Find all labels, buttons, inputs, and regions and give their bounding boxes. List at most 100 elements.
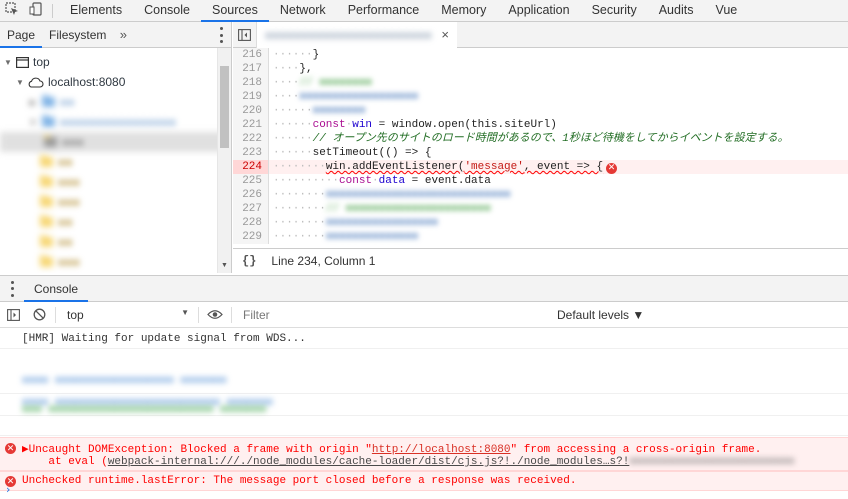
redacted-label: ●●●: [62, 135, 84, 149]
error-icon[interactable]: ✕: [606, 162, 618, 174]
tab-page[interactable]: Page: [0, 22, 43, 48]
tab-application[interactable]: Application: [497, 0, 580, 22]
source-editor: ●●●●●●●●●●●●●●●●●●●●●●● × 216 ······} 21…: [233, 22, 848, 273]
context-selector[interactable]: top ▼: [59, 305, 195, 325]
tree-item-redacted[interactable]: ●●●: [0, 192, 231, 212]
filter-input[interactable]: [235, 304, 553, 325]
editor-file-tab[interactable]: ●●●●●●●●●●●●●●●●●●●●●●● ×: [257, 22, 457, 48]
code-line: 220 ······●●●●●●●●: [233, 104, 848, 118]
redacted-label: ●●: [60, 95, 75, 109]
console-error-message[interactable]: ✕ Unchecked runtime.lastError: The messa…: [0, 471, 848, 491]
code-text: setTimeout(() => {: [312, 147, 432, 159]
tree-item-redacted[interactable]: ●●: [0, 212, 231, 232]
tab-security[interactable]: Security: [581, 0, 648, 22]
folder-icon: [40, 175, 53, 187]
code-line: 223 ······setTimeout(() => {: [233, 146, 848, 160]
folder-icon: [42, 95, 55, 107]
tab-memory[interactable]: Memory: [430, 0, 497, 22]
clear-console-button[interactable]: [26, 302, 52, 328]
tree-item-redacted[interactable]: ▼ ●●●●●●●●●●●●●●●●: [0, 112, 231, 132]
log-levels-dropdown[interactable]: Default levels ▼: [557, 308, 644, 322]
tab-console[interactable]: Console: [133, 0, 201, 22]
eye-icon: [207, 309, 223, 320]
tree-item-localhost[interactable]: ▼ localhost:8080: [0, 72, 231, 92]
redacted-code: // ●●●●●●●●●●●●●●●●●●●●●●: [325, 203, 491, 215]
sidebar-toggle-icon: [238, 28, 251, 41]
code-line: 221 ······const·win = window.open(this.s…: [233, 118, 848, 132]
expand-arrow-icon[interactable]: ▼: [3, 57, 13, 67]
toggle-navigator-button[interactable]: [233, 22, 257, 48]
tab-audits[interactable]: Audits: [648, 0, 705, 22]
code-line: 227 ········// ●●●●●●●●●●●●●●●●●●●●●●: [233, 202, 848, 216]
live-expression-button[interactable]: [202, 302, 228, 328]
code-line: 226 ········●●●●●●●●●●●●●●●●●●●●●●●●●●●●: [233, 188, 848, 202]
scroll-down-icon[interactable]: ▼: [221, 262, 228, 269]
code-line: 218 ····// ●●●●●●●●: [233, 76, 848, 90]
redacted-label: ●●: [58, 235, 73, 249]
redacted-label: ●●: [58, 215, 73, 229]
cursor-select-icon: [5, 2, 19, 19]
toolbar-divider: [198, 306, 199, 323]
tree-item-redacted[interactable]: ●●●: [0, 172, 231, 192]
tab-elements[interactable]: Elements: [59, 0, 133, 22]
pretty-print-button[interactable]: {}: [242, 254, 256, 268]
code-line: 225 ··········const·data = event.data: [233, 174, 848, 188]
expand-arrow-icon[interactable]: ▼: [15, 77, 25, 87]
inspect-element-button[interactable]: [0, 0, 24, 22]
folder-icon: [40, 235, 53, 247]
tab-performance[interactable]: Performance: [337, 0, 431, 22]
line-number: 219: [233, 90, 269, 104]
redacted-message: ●●●● ●●●●●●●●●●●●●●●●●● ●●●●●●●: [22, 375, 227, 387]
tab-filesystem[interactable]: Filesystem: [42, 22, 113, 48]
device-toolbar-button[interactable]: [24, 0, 48, 22]
scrollbar-thumb[interactable]: [220, 66, 229, 148]
redacted-label: ●●●: [58, 195, 80, 209]
device-mode-icon: [29, 2, 43, 19]
show-sidebar-button[interactable]: [0, 302, 26, 328]
line-number: 220: [233, 104, 269, 118]
tree-item-redacted[interactable]: ●●: [0, 152, 231, 172]
line-number: 224: [233, 160, 269, 174]
tree-item-label: localhost:8080: [48, 75, 126, 89]
tab-sources[interactable]: Sources: [200, 0, 269, 22]
code-lines[interactable]: 216 ······} 217 ····}, 218 ····// ●●●●●●…: [233, 48, 848, 244]
code-text: }: [312, 49, 320, 61]
close-tab-icon[interactable]: ×: [441, 27, 449, 42]
stack-text: at eval (: [22, 456, 108, 468]
tree-item-redacted[interactable]: ●●●: [0, 132, 231, 152]
error-link[interactable]: http://localhost:8080: [372, 444, 511, 456]
redacted-label: ●●●: [58, 255, 80, 269]
folder-icon: [40, 195, 53, 207]
code-keyword: const: [312, 119, 346, 131]
toolbar-divider: [52, 3, 53, 18]
line-number: 225: [233, 174, 269, 188]
more-tabs-button[interactable]: »: [113, 27, 133, 42]
navigator-scrollbar[interactable]: ▼: [217, 48, 231, 273]
tree-item-redacted[interactable]: ▶ ●●: [0, 92, 231, 112]
code-text: = event.data: [405, 175, 491, 187]
tree-item-top[interactable]: ▼ top: [0, 52, 231, 72]
folder-icon: [42, 115, 55, 127]
line-number: 218: [233, 76, 269, 90]
tab-drawer-console[interactable]: Console: [24, 276, 89, 302]
console-prompt[interactable]: ›: [6, 483, 10, 496]
line-number: 222: [233, 132, 269, 146]
code-text: = window.open(this.siteUrl): [372, 119, 557, 131]
tree-item-redacted[interactable]: ●●: [0, 232, 231, 252]
navigator-menu-icon[interactable]: [219, 27, 223, 43]
code-line: 222 ······// オープン先のサイトのロード時間があるので、1秒ほど待機…: [233, 132, 848, 146]
stack-link[interactable]: webpack-internal:///./node_modules/cache…: [108, 456, 630, 468]
redacted-label: ●●●: [58, 175, 80, 189]
devtools-main-toolbar: Elements Console Sources Network Perform…: [0, 0, 848, 22]
line-number: 217: [233, 62, 269, 76]
code-variable: data: [378, 175, 406, 187]
redacted-code: ●●●●●●●●: [312, 105, 366, 117]
console-error-message[interactable]: ✕ ▶Uncaught DOMException: Blocked a fram…: [0, 437, 848, 471]
console-message-redacted: ●●● ●●●●●●●●●●●●●●●●●●●●●●●●● ●●●●●●●: [0, 404, 848, 436]
drawer-menu-icon[interactable]: [0, 280, 24, 297]
tree-item-redacted[interactable]: ●●●: [0, 252, 231, 272]
redacted-code: // ●●●●●●●●: [299, 77, 373, 89]
tab-vue[interactable]: Vue: [704, 0, 748, 22]
tab-network[interactable]: Network: [269, 0, 337, 22]
toolbar-divider: [55, 306, 56, 323]
